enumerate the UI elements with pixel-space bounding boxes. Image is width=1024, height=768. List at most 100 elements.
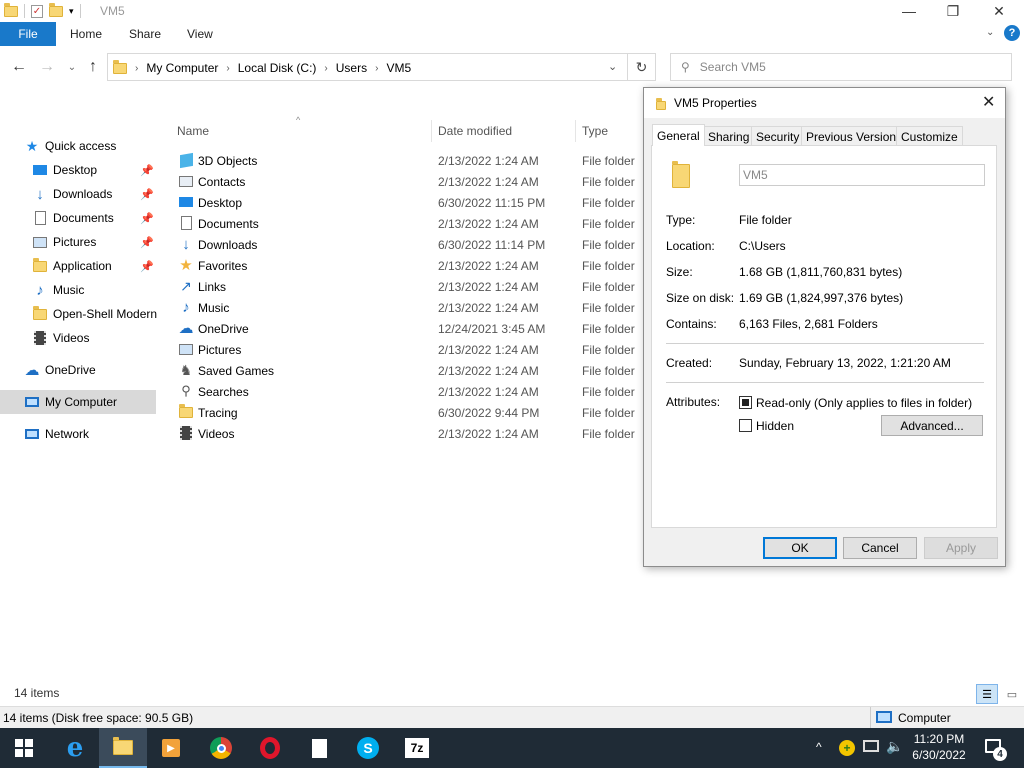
table-row[interactable]: ↗ Links 2/13/2022 1:24 AM File folder xyxy=(176,276,636,297)
status-bar: 14 items (Disk free space: 90.5 GB) Comp… xyxy=(0,706,1024,729)
nav-onedrive[interactable]: ☁ OneDrive xyxy=(24,358,156,382)
tab-security[interactable]: Security xyxy=(751,126,805,146)
table-row[interactable]: Tracing 6/30/2022 9:44 PM File folder xyxy=(176,402,636,423)
table-row[interactable]: ↓ Downloads 6/30/2022 11:14 PM File folder xyxy=(176,234,636,255)
chrome-icon[interactable] xyxy=(197,728,245,768)
nav-item-documents[interactable]: Documents 📌 xyxy=(32,206,156,230)
nav-item-desktop[interactable]: Desktop 📌 xyxy=(32,158,156,182)
folder-name-input[interactable]: VM5 xyxy=(739,164,985,186)
table-row[interactable]: ♞ Saved Games 2/13/2022 1:24 AM File folder xyxy=(176,360,636,381)
tab-share[interactable]: Share xyxy=(129,27,161,41)
breadcrumb-vm5[interactable]: VM5 xyxy=(386,61,411,75)
column-divider[interactable] xyxy=(575,120,576,142)
tab-file[interactable]: File xyxy=(0,22,56,46)
properties-icon[interactable]: ✓ xyxy=(31,4,43,18)
start-button[interactable] xyxy=(0,728,48,768)
pictures-icon xyxy=(178,341,194,357)
search-input[interactable]: ⚲ Search VM5 xyxy=(670,53,1012,81)
cancel-button[interactable]: Cancel xyxy=(843,537,917,559)
maximize-button[interactable]: ❐ xyxy=(930,0,976,22)
dialog-close-icon[interactable]: ✕ xyxy=(982,92,995,112)
notepad-icon[interactable] xyxy=(295,728,343,768)
minimize-button[interactable]: — xyxy=(886,0,932,22)
table-row[interactable]: Contacts 2/13/2022 1:24 AM File folder xyxy=(176,171,636,192)
music-icon: ♪ xyxy=(36,281,44,299)
tab-view[interactable]: View xyxy=(187,27,213,41)
pin-icon[interactable]: 📌 xyxy=(140,236,154,249)
readonly-checkbox[interactable] xyxy=(739,396,752,409)
large-icons-view-icon[interactable]: ▭ xyxy=(1002,684,1022,704)
media-player-icon[interactable]: ▶ xyxy=(147,728,195,768)
pin-icon[interactable]: 📌 xyxy=(140,164,154,177)
refresh-button[interactable]: ↻ xyxy=(628,53,656,81)
table-row[interactable]: ⚲ Searches 2/13/2022 1:24 AM File folder xyxy=(176,381,636,402)
nav-my-computer[interactable]: My Computer xyxy=(0,390,156,414)
column-divider[interactable] xyxy=(431,120,432,142)
file-date: 6/30/2022 9:44 PM xyxy=(438,405,540,420)
address-bar[interactable]: › My Computer › Local Disk (C:) › Users … xyxy=(107,53,628,81)
clock[interactable]: 11:20 PM 6/30/2022 xyxy=(908,731,970,763)
nav-item-downloads[interactable]: ↓ Downloads 📌 xyxy=(32,182,156,206)
nav-item-pictures[interactable]: Pictures 📌 xyxy=(32,230,156,254)
opera-icon[interactable] xyxy=(246,728,294,768)
close-button[interactable]: ✕ xyxy=(976,0,1022,22)
tab-customize[interactable]: Customize xyxy=(896,126,963,146)
file-name: Contacts xyxy=(198,174,246,189)
pin-icon[interactable]: 📌 xyxy=(140,188,154,201)
tab-home[interactable]: Home xyxy=(70,27,102,41)
pin-icon[interactable]: 📌 xyxy=(140,212,154,225)
up-icon[interactable]: ↑ xyxy=(83,57,103,77)
breadcrumb-my-computer[interactable]: My Computer xyxy=(146,61,218,75)
file-name: Videos xyxy=(198,426,235,441)
file-name: Favorites xyxy=(198,258,248,273)
table-row[interactable]: ♪ Music 2/13/2022 1:24 AM File folder xyxy=(176,297,636,318)
tab-sharing[interactable]: Sharing xyxy=(703,126,755,146)
address-dropdown-icon[interactable]: ⌄ xyxy=(608,60,617,73)
apply-button[interactable]: Apply xyxy=(924,537,998,559)
advanced-button[interactable]: Advanced... xyxy=(881,415,983,436)
expand-ribbon-icon[interactable]: ⌄ xyxy=(986,27,994,38)
tab-previous-versions[interactable]: Previous Versions xyxy=(801,126,908,146)
table-row[interactable]: Desktop 6/30/2022 11:15 PM File folder xyxy=(176,192,636,213)
tab-general[interactable]: General xyxy=(652,124,705,146)
7zip-icon[interactable]: 7z xyxy=(393,728,441,768)
table-row[interactable]: Documents 2/13/2022 1:24 AM File folder xyxy=(176,213,636,234)
new-folder-icon[interactable] xyxy=(49,2,63,17)
volume-icon[interactable]: 🔈 xyxy=(886,738,903,755)
forward-icon[interactable]: → xyxy=(37,57,57,77)
skype-icon[interactable]: S xyxy=(344,728,392,768)
breadcrumb-users[interactable]: Users xyxy=(336,61,367,75)
table-row[interactable]: 3D Objects 2/13/2022 1:24 AM File folder xyxy=(176,150,636,171)
nav-network[interactable]: Network xyxy=(24,422,156,446)
ok-button[interactable]: OK xyxy=(763,537,837,559)
customize-dropdown-icon[interactable]: ▾ xyxy=(69,6,74,17)
column-header-name[interactable]: Name xyxy=(177,124,209,138)
nav-item-open-shell-modern[interactable]: Open-Shell Modern xyxy=(32,302,158,326)
folder-large-icon xyxy=(672,161,690,188)
hidden-checkbox[interactable] xyxy=(739,419,752,432)
file-name: Desktop xyxy=(198,195,243,210)
help-icon[interactable]: ? xyxy=(1004,25,1020,41)
table-row[interactable]: Pictures 2/13/2022 1:24 AM File folder xyxy=(176,339,636,360)
nav-item-music[interactable]: ♪ Music xyxy=(32,278,156,302)
details-view-icon[interactable]: ☰ xyxy=(976,684,998,704)
type-label: Type: xyxy=(666,213,696,227)
nav-quick-access[interactable]: ★ Quick access xyxy=(24,134,180,158)
table-row[interactable]: Videos 2/13/2022 1:24 AM File folder xyxy=(176,423,636,444)
nav-item-application[interactable]: Application 📌 xyxy=(32,254,156,278)
internet-explorer-icon[interactable]: e xyxy=(51,728,99,768)
network-tray-icon[interactable] xyxy=(863,740,879,752)
file-date: 2/13/2022 1:24 AM xyxy=(438,216,539,231)
table-row[interactable]: ★ Favorites 2/13/2022 1:24 AM File folder xyxy=(176,255,636,276)
tray-app-icon[interactable]: + xyxy=(839,740,855,756)
show-hidden-icons-icon[interactable]: ^ xyxy=(816,740,822,754)
file-explorer-icon[interactable] xyxy=(99,728,147,768)
back-icon[interactable]: ← xyxy=(9,57,29,77)
column-header-type[interactable]: Type xyxy=(582,124,608,138)
table-row[interactable]: ☁ OneDrive 12/24/2021 3:45 AM File folder xyxy=(176,318,636,339)
breadcrumb-local-disk[interactable]: Local Disk (C:) xyxy=(238,61,317,75)
column-header-date[interactable]: Date modified xyxy=(438,124,512,138)
pin-icon[interactable]: 📌 xyxy=(140,260,154,273)
nav-item-videos[interactable]: Videos xyxy=(32,326,156,350)
recent-locations-icon[interactable]: ⌄ xyxy=(62,57,82,77)
